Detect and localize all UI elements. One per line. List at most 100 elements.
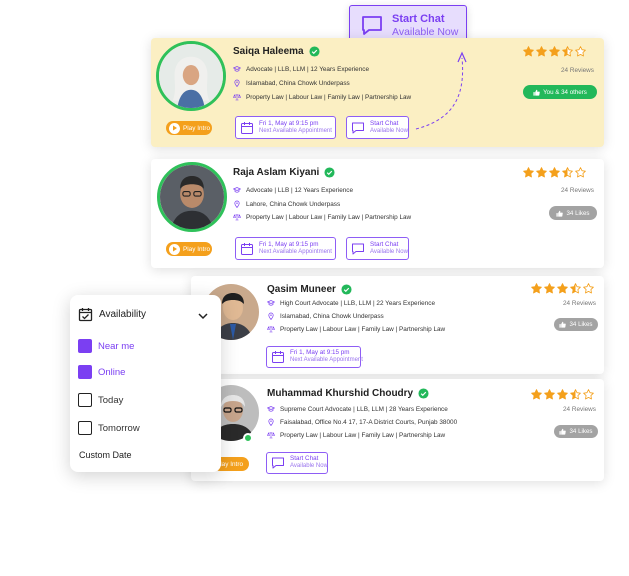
- filter-option-tomorrow[interactable]: Tomorrow: [78, 421, 140, 435]
- thumbs-up-icon: [533, 89, 540, 96]
- practice-areas-line: Property Law | Labour Law | Family Law |…: [233, 213, 411, 221]
- scales-icon: [267, 431, 275, 439]
- review-count: 24 Reviews: [560, 187, 594, 194]
- next-appointment-button[interactable]: Fri 1, May at 9:15 pm Next Available App…: [266, 346, 363, 368]
- option-label: Tomorrow: [98, 422, 140, 434]
- practice-areas-text: Property Law | Labour Law | Family Law |…: [280, 325, 446, 333]
- calendar-icon: [271, 350, 285, 364]
- start-chat-button[interactable]: Start Chat Available Now: [346, 116, 409, 139]
- lawyer-card[interactable]: Play Intro Raja Aslam Kiyani Advocate | …: [151, 159, 604, 268]
- star-icon: [536, 46, 547, 57]
- start-chat-button[interactable]: Start Chat Available Now: [266, 452, 328, 474]
- checkbox[interactable]: [78, 339, 92, 353]
- start-chat-button[interactable]: Start Chat Available Now: [346, 237, 409, 260]
- filter-option-online[interactable]: Online: [78, 365, 125, 379]
- filter-option-near-me[interactable]: Near me: [78, 339, 134, 353]
- chat-bubble-icon: [360, 14, 384, 38]
- star-icon: [549, 46, 560, 57]
- star-icon: [531, 389, 542, 400]
- lawyer-name-text: Muhammad Khurshid Choudry: [267, 388, 414, 399]
- checkbox[interactable]: [78, 365, 92, 379]
- qualification-line: Advocate | LLB, LLM | 12 Years Experienc…: [233, 65, 369, 73]
- checkbox[interactable]: [78, 393, 92, 407]
- chat-title: Start Chat: [290, 455, 319, 463]
- location-pin-icon: [233, 200, 241, 208]
- chat-title: Start Chat: [370, 119, 399, 127]
- practice-areas-text: Property Law | Labour Law | Family Law |…: [246, 213, 412, 221]
- likes-text: You & 34 others: [543, 88, 587, 96]
- option-label: Today: [98, 394, 124, 406]
- online-status-dot: [243, 433, 253, 443]
- lawyer-name: Saiqa Haleema: [233, 46, 320, 57]
- star-icon: [536, 167, 547, 178]
- graduation-cap-icon: [267, 405, 275, 413]
- next-appointment-button[interactable]: Fri 1, May at 9:15 pm Next Available App…: [235, 237, 336, 260]
- chat-bubble-icon: [271, 456, 285, 470]
- graduation-cap-icon: [267, 299, 275, 307]
- location-pin-icon: [267, 312, 275, 320]
- location-text: Islamabad, China Chowk Underpass: [280, 312, 384, 320]
- verified-badge-icon: [324, 167, 335, 178]
- location-text: Faisalabad, Office No.4 17, 17-A Distric…: [280, 418, 458, 426]
- star-icon: [549, 167, 560, 178]
- play-icon: [169, 122, 180, 134]
- star-icon: [523, 46, 534, 57]
- calendar-icon: [240, 121, 254, 135]
- scales-icon: [233, 213, 241, 221]
- verified-badge-icon: [309, 46, 320, 57]
- appointment-label: Next Available Appointment: [290, 357, 363, 364]
- chat-status: Available Now: [370, 248, 408, 255]
- checkbox[interactable]: [78, 421, 92, 435]
- star-icon: [557, 389, 568, 400]
- star-icon: [570, 389, 581, 400]
- play-icon: [169, 243, 180, 255]
- availability-title: Availability: [99, 309, 147, 320]
- location-text: Islamabad, China Chowk Underpass: [246, 79, 350, 87]
- avatar: [156, 41, 226, 111]
- custom-date-option[interactable]: Custom Date: [79, 450, 132, 460]
- practice-areas-line: Property Law | Labour Law | Family Law |…: [267, 325, 445, 333]
- review-count: 24 Reviews: [562, 406, 596, 413]
- chat-status: Available Now: [290, 463, 328, 470]
- appointment-label: Next Available Appointment: [259, 127, 332, 134]
- star-icon: [583, 283, 594, 294]
- chat-title: Start Chat: [370, 240, 399, 248]
- verified-badge-icon: [341, 284, 352, 295]
- lawyer-name: Muhammad Khurshid Choudry: [267, 388, 429, 399]
- star-icon: [570, 283, 581, 294]
- appointment-time: Fri 1, May at 9:15 pm: [290, 349, 350, 357]
- practice-areas-text: Property Law | Labour Law | Family Law |…: [280, 431, 446, 439]
- filter-option-today[interactable]: Today: [78, 393, 123, 407]
- avatar: [157, 162, 227, 232]
- lawyer-card[interactable]: Play Intro Saiqa Haleema Advocate | LLB,…: [151, 38, 604, 147]
- likes-badge[interactable]: 34 Likes: [549, 206, 597, 220]
- qualification-line: Advocate | LLB | 12 Years Experience: [233, 186, 353, 194]
- lawyer-name: Qasim Muneer: [267, 284, 352, 295]
- likes-badge[interactable]: You & 34 others: [523, 85, 597, 99]
- next-appointment-button[interactable]: Fri 1, May at 9:15 pm Next Available App…: [235, 116, 336, 139]
- rating-stars: [531, 389, 594, 400]
- qualification-text: Advocate | LLB, LLM | 12 Years Experienc…: [246, 65, 370, 73]
- appointment-time: Fri 1, May at 9:15 pm: [259, 240, 319, 248]
- play-intro-button[interactable]: Play Intro: [166, 121, 212, 135]
- availability-header[interactable]: Availability: [78, 307, 146, 322]
- verified-badge-icon: [418, 388, 429, 399]
- qualification-text: Supreme Court Advocate | LLB, LLM | 28 Y…: [280, 405, 448, 413]
- qualification-text: High Court Advocate | LLB, LLM | 22 Year…: [280, 299, 436, 307]
- qualification-line: Supreme Court Advocate | LLB, LLM | 28 Y…: [267, 405, 448, 413]
- graduation-cap-icon: [233, 186, 241, 194]
- star-icon: [557, 283, 568, 294]
- lawyer-card[interactable]: Qasim Muneer High Court Advocate | LLB, …: [191, 276, 604, 374]
- scales-icon: [233, 93, 241, 101]
- option-label: Near me: [98, 340, 135, 352]
- chevron-down-icon[interactable]: [198, 312, 208, 320]
- lawyer-card[interactable]: Play Intro Muhammad Khurshid Choudry Sup…: [191, 379, 604, 481]
- likes-badge[interactable]: 34 Likes: [554, 425, 598, 438]
- play-intro-button[interactable]: Play Intro: [166, 242, 212, 256]
- calendar-icon: [240, 242, 254, 256]
- star-icon: [562, 167, 573, 178]
- practice-areas-text: Property Law | Labour Law | Family Law |…: [246, 93, 412, 101]
- rating-stars: [523, 167, 586, 178]
- likes-badge[interactable]: 34 Likes: [554, 318, 598, 331]
- star-icon: [575, 167, 586, 178]
